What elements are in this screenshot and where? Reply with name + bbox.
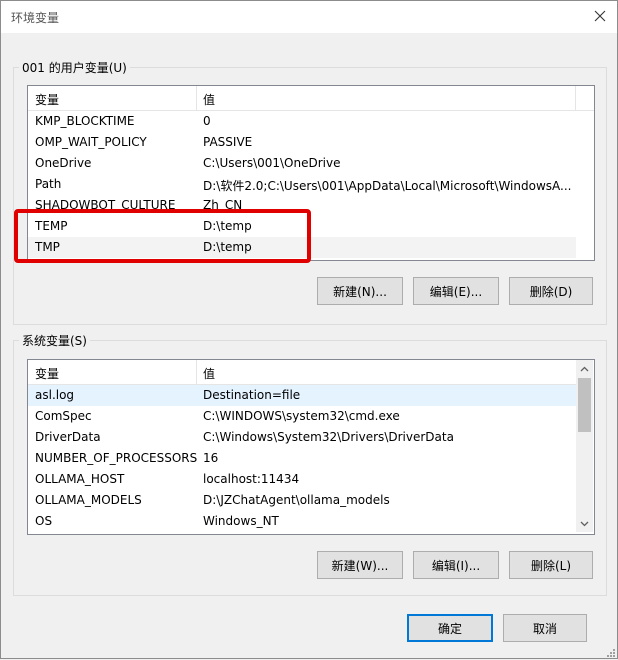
variable-value: 16: [203, 451, 219, 465]
variable-name: OS: [35, 514, 53, 528]
vertical-scrollbar[interactable]: [576, 360, 593, 532]
scroll-up-icon[interactable]: [576, 360, 593, 377]
system-edit-button[interactable]: 编辑(I)...: [413, 551, 499, 579]
system-variables-title: 系统变量(S): [19, 332, 90, 349]
system-variables-list[interactable]: 变量 值 asl.log Destination=file ComSpec C:…: [27, 359, 595, 535]
resize-grip-icon[interactable]: [605, 646, 615, 657]
scroll-thumb[interactable]: [578, 378, 591, 432]
user-delete-button[interactable]: 删除(D): [509, 277, 593, 305]
variable-value: C:\Users\001\OneDrive: [203, 156, 341, 170]
list-item-selected[interactable]: asl.log Destination=file: [28, 385, 576, 406]
user-edit-button[interactable]: 编辑(E)...: [413, 277, 499, 305]
variable-value: C:\WINDOWS\system32\cmd.exe: [203, 409, 400, 423]
column-header-variable[interactable]: 变量: [35, 91, 59, 108]
user-new-button[interactable]: 新建(N)...: [317, 277, 403, 305]
variable-value: Windows_NT: [203, 514, 279, 528]
user-list-header: 变量 值: [28, 86, 594, 111]
variable-value: PASSIVE: [203, 135, 253, 149]
variable-name: Path: [35, 177, 62, 191]
title-bar: 环境变量: [1, 1, 617, 33]
cancel-button[interactable]: 取消: [503, 614, 587, 642]
list-item[interactable]: ComSpec C:\WINDOWS\system32\cmd.exe: [28, 406, 576, 427]
variable-name: DriverData: [35, 430, 101, 444]
window-title: 环境变量: [11, 11, 60, 25]
user-variables-title: 001 的用户变量(U): [19, 59, 130, 76]
column-header-value[interactable]: 值: [203, 365, 215, 382]
column-header-variable[interactable]: 变量: [35, 365, 59, 382]
highlight-annotation-box: [14, 209, 311, 263]
variable-name: KMP_BLOCKTIME: [35, 114, 135, 128]
close-icon[interactable]: [589, 5, 611, 27]
ok-button[interactable]: 确定: [407, 614, 493, 642]
scroll-down-icon[interactable]: [576, 515, 593, 532]
variable-name: OLLAMA_HOST: [35, 472, 125, 486]
list-item[interactable]: OneDrive C:\Users\001\OneDrive: [28, 153, 594, 174]
list-item[interactable]: OLLAMA_MODELS D:\JZChatAgent\ollama_mode…: [28, 490, 576, 511]
environment-variables-dialog: 环境变量 001 的用户变量(U) 变量 值 KMP_BLOCKTIME 0 O…: [0, 0, 618, 659]
list-item[interactable]: DriverData C:\Windows\System32\Drivers\D…: [28, 427, 576, 448]
column-header-value[interactable]: 值: [203, 91, 215, 108]
variable-name: OneDrive: [35, 156, 92, 170]
variable-value: Destination=file: [203, 388, 301, 402]
system-delete-button[interactable]: 删除(L): [509, 551, 593, 579]
list-item[interactable]: OMP_WAIT_POLICY PASSIVE: [28, 132, 594, 153]
list-item[interactable]: Path D:\软件2.0;C:\Users\001\AppData\Local…: [28, 174, 594, 195]
list-item[interactable]: OLLAMA_HOST localhost:11434: [28, 469, 576, 490]
variable-value: C:\Windows\System32\Drivers\DriverData: [203, 430, 454, 444]
list-item[interactable]: OS Windows_NT: [28, 511, 576, 532]
list-item[interactable]: KMP_BLOCKTIME 0: [28, 111, 594, 132]
variable-value: D:\软件2.0;C:\Users\001\AppData\Local\Micr…: [203, 179, 572, 193]
variable-value: D:\JZChatAgent\ollama_models: [203, 493, 390, 507]
variable-name: ComSpec: [35, 409, 92, 423]
system-new-button[interactable]: 新建(W)...: [317, 551, 403, 579]
variable-value: 0: [203, 114, 211, 128]
variable-value: localhost:11434: [203, 472, 300, 486]
variable-name: NUMBER_OF_PROCESSORS: [35, 451, 198, 465]
variable-name: asl.log: [35, 388, 75, 402]
system-list-header: 变量 值: [28, 360, 576, 385]
variable-name: OMP_WAIT_POLICY: [35, 135, 147, 149]
list-item[interactable]: NUMBER_OF_PROCESSORS 16: [28, 448, 576, 469]
variable-name: OLLAMA_MODELS: [35, 493, 142, 507]
